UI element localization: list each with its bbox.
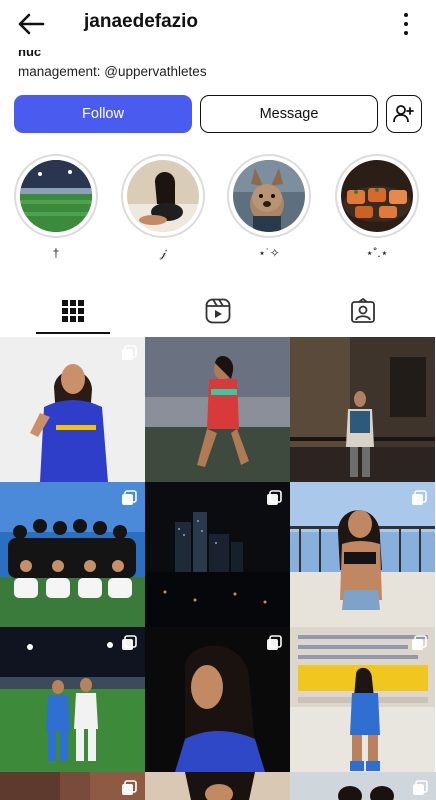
carousel-icon: [412, 635, 427, 650]
post-thumbnail[interactable]: [290, 482, 435, 627]
highlight-ring: [335, 154, 419, 238]
back-button[interactable]: [14, 9, 48, 39]
carousel-icon: [122, 490, 137, 505]
post-thumbnail[interactable]: [0, 337, 145, 482]
reels-icon: [205, 298, 230, 324]
tab-reels[interactable]: [145, 287, 290, 335]
arrow-left-icon: [18, 13, 45, 35]
post-thumbnail[interactable]: [290, 337, 435, 482]
highlight-cover: [20, 160, 92, 232]
highlight-ring: [14, 154, 98, 238]
tagged-icon: [350, 298, 375, 323]
follow-button[interactable]: Follow: [14, 95, 192, 133]
post-thumbnail[interactable]: [290, 627, 435, 772]
highlight-label: 𝒿: [159, 246, 167, 260]
person-add-icon: [393, 105, 414, 123]
carousel-icon: [267, 635, 282, 650]
vertical-dots-icon: [404, 13, 408, 17]
top-bar: janaedefazio: [0, 0, 436, 50]
tab-posts-grid[interactable]: [0, 287, 145, 335]
carousel-icon: [122, 635, 137, 650]
highlight-label: †: [52, 246, 60, 260]
message-button[interactable]: Message: [200, 95, 378, 133]
post-thumbnail[interactable]: [0, 772, 145, 800]
carousel-icon: [412, 490, 427, 505]
carousel-icon: [413, 780, 428, 795]
highlight-cover: [127, 160, 199, 232]
post-thumbnail[interactable]: [290, 772, 436, 800]
profile-username: janaedefazio: [84, 11, 199, 32]
profile-tabs: [0, 287, 436, 335]
story-highlight[interactable]: ⋆˙✧: [226, 154, 312, 260]
carousel-icon: [122, 780, 137, 795]
story-highlight[interactable]: †: [13, 154, 99, 260]
story-highlight[interactable]: 𝒿: [120, 154, 206, 260]
post-thumbnail[interactable]: [0, 482, 145, 627]
grid-icon: [61, 300, 84, 322]
post-thumbnail[interactable]: [0, 627, 145, 772]
story-highlight[interactable]: ⋆˚.⋆: [334, 154, 420, 260]
highlight-cover: [233, 160, 305, 232]
suggested-accounts-button[interactable]: [386, 95, 422, 133]
post-thumbnail[interactable]: [145, 482, 290, 627]
carousel-icon: [122, 345, 137, 360]
highlight-label: ⋆˙✧: [258, 246, 280, 260]
bio-management: management: @uppervathletes: [18, 64, 207, 79]
post-thumbnail[interactable]: [145, 772, 290, 800]
active-tab-indicator: [36, 332, 110, 334]
post-thumbnail[interactable]: [145, 627, 290, 772]
post-thumbnail[interactable]: [145, 337, 290, 482]
highlight-ring: [227, 154, 311, 238]
highlight-label: ⋆˚.⋆: [365, 246, 389, 260]
highlight-cover: [341, 160, 413, 232]
tab-tagged[interactable]: [290, 287, 435, 335]
carousel-icon: [267, 490, 282, 505]
more-options-button[interactable]: [402, 13, 410, 35]
highlight-ring: [121, 154, 205, 238]
